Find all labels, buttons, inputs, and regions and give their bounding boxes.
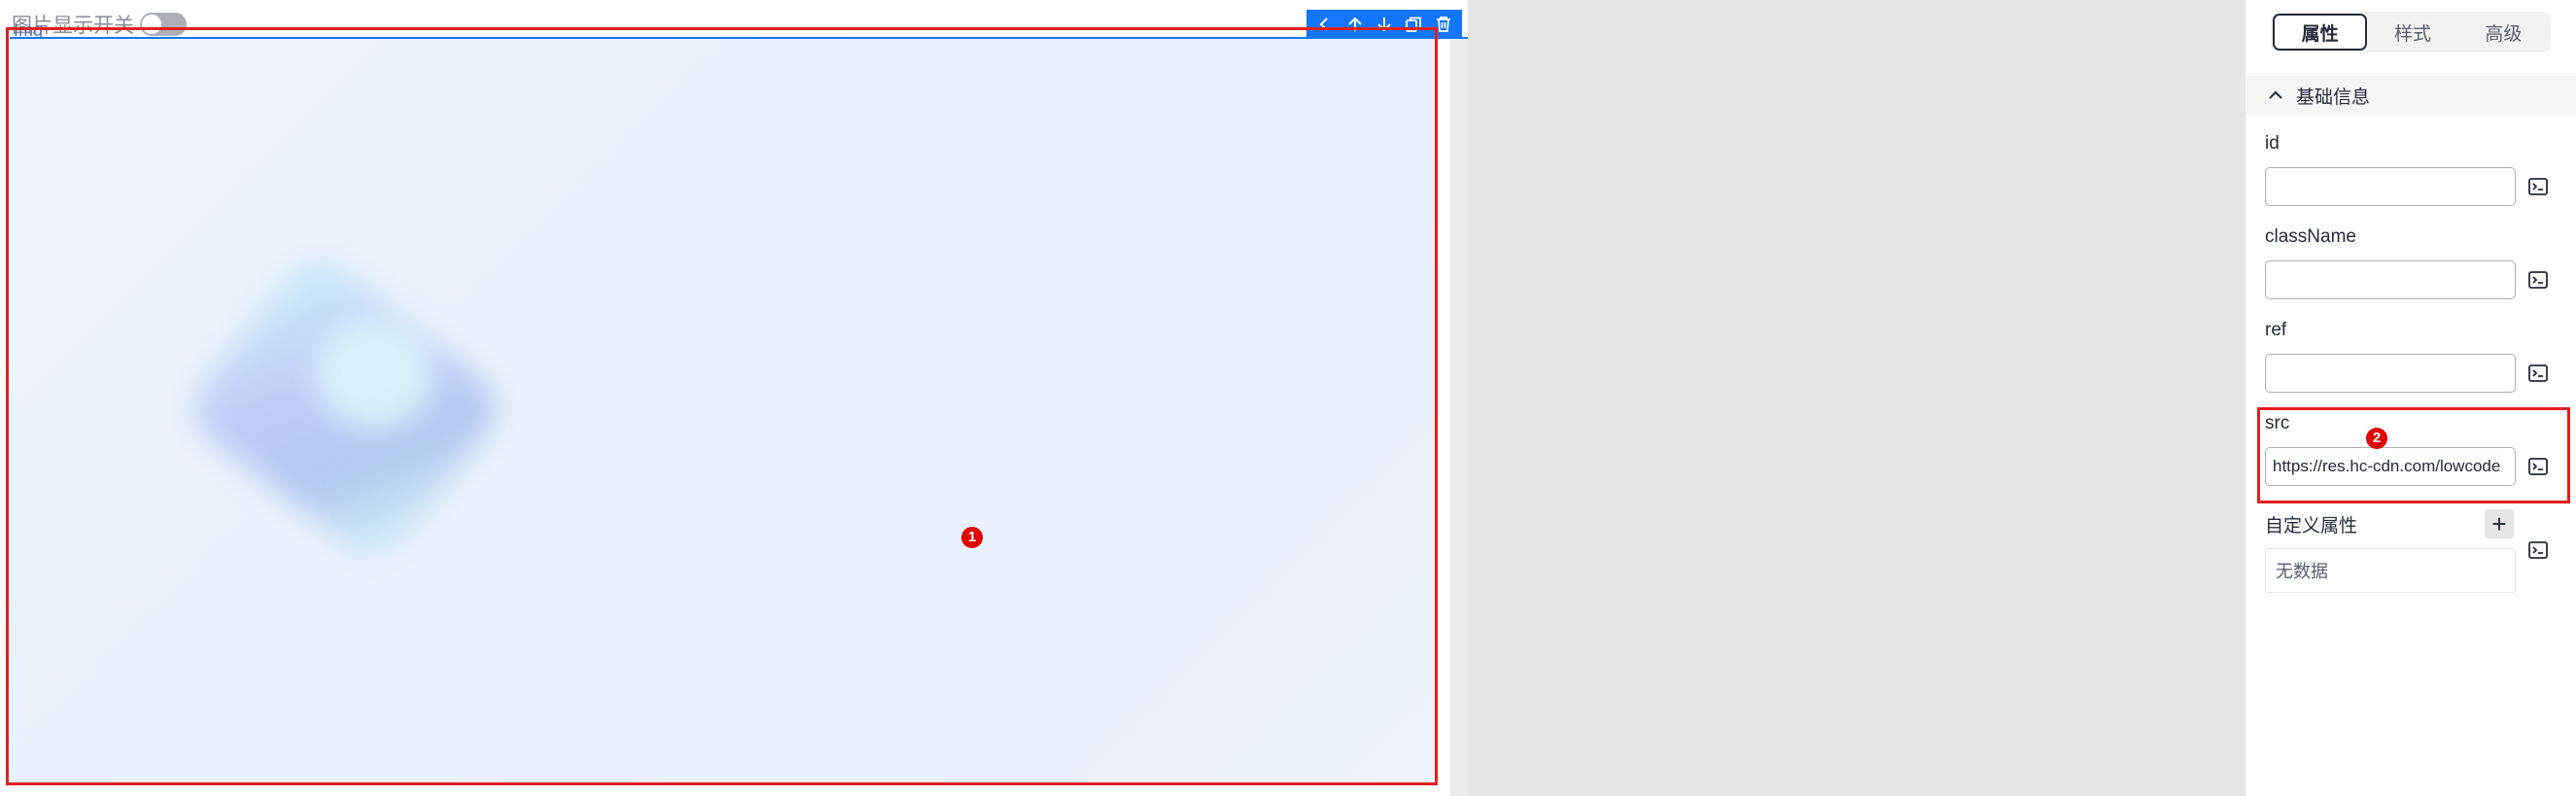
add-attribute-button[interactable]: + <box>2485 509 2514 538</box>
empty-text: 无数据 <box>2276 562 2328 581</box>
classname-input[interactable] <box>2265 260 2516 299</box>
custom-attributes-empty: 无数据 <box>2265 548 2516 593</box>
terminal-icon <box>2528 271 2548 289</box>
annotation-box-2 <box>2257 407 2570 503</box>
custom-attrs-bind-variable-button[interactable] <box>2527 539 2549 561</box>
id-input[interactable] <box>2265 167 2516 206</box>
property-panel: 属性 样式 高级 基础信息 id className ref src https… <box>2245 0 2576 796</box>
ref-bind-variable-button[interactable] <box>2527 363 2549 384</box>
custom-attributes-label: 自定义属性 <box>2265 516 2358 536</box>
section-basic-info[interactable]: 基础信息 <box>2245 76 2576 115</box>
canvas-scroll-gutter <box>1450 39 1468 796</box>
classname-bind-variable-button[interactable] <box>2527 269 2549 291</box>
app-root: 图片显示开关 Img 1 属性 样式 高级 基础信息 id className … <box>0 0 2576 796</box>
field-label-classname: className <box>2265 226 2356 247</box>
annotation-marker-2: 2 <box>2366 428 2387 449</box>
id-bind-variable-button[interactable] <box>2527 176 2549 197</box>
field-label-ref: ref <box>2265 320 2287 340</box>
section-title: 基础信息 <box>2296 87 2371 108</box>
tab-styles[interactable]: 样式 <box>2367 14 2457 51</box>
terminal-icon <box>2528 364 2548 382</box>
field-label-id: id <box>2265 133 2280 154</box>
tab-properties[interactable]: 属性 <box>2273 14 2368 51</box>
canvas-area: 图片显示开关 Img 1 <box>0 0 2245 796</box>
chevron-up-icon <box>2269 90 2282 99</box>
terminal-icon <box>2528 178 2548 195</box>
annotation-marker-1: 1 <box>961 527 983 548</box>
ref-input[interactable] <box>2265 354 2516 393</box>
tab-advanced[interactable]: 高级 <box>2458 14 2549 51</box>
annotation-box-1 <box>6 27 1438 785</box>
terminal-icon <box>2528 541 2548 559</box>
panel-tabs: 属性 样式 高级 <box>2271 12 2551 52</box>
